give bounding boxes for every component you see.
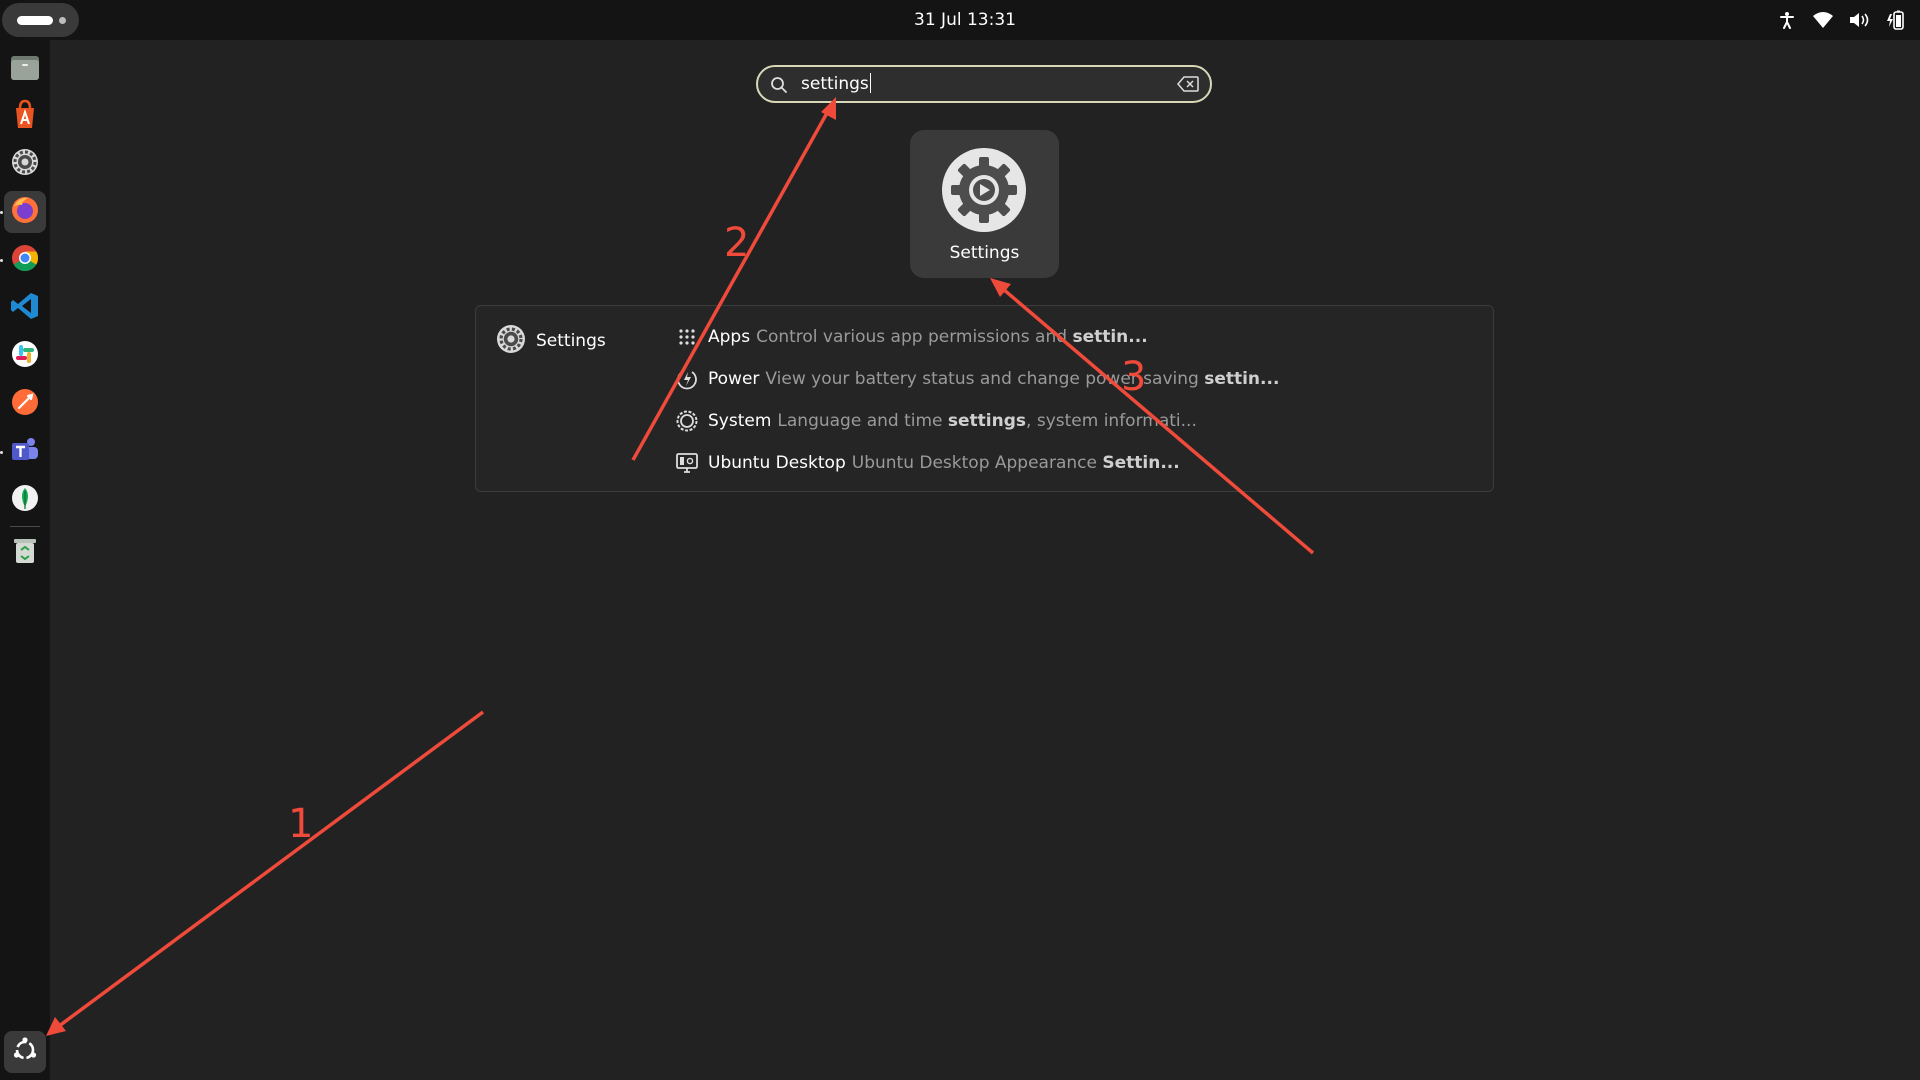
result-description: Control various app permissions and sett… <box>756 327 1148 347</box>
vscode-icon <box>10 291 40 325</box>
app-result-label: Settings <box>949 243 1020 263</box>
firefox-icon <box>10 195 40 229</box>
annotation-arrow-1 <box>49 710 485 1034</box>
settings-launcher[interactable] <box>4 143 46 185</box>
slack-launcher[interactable] <box>4 335 46 377</box>
chrome-icon <box>10 243 40 277</box>
gear-icon <box>496 324 526 358</box>
teams-launcher[interactable] <box>4 431 46 473</box>
result-description: Ubuntu Desktop Appearance Settin... <box>851 453 1180 473</box>
vscode-launcher[interactable] <box>4 287 46 329</box>
app-center-icon <box>10 98 40 134</box>
search-icon <box>770 76 788 98</box>
result-description: View your battery status and change powe… <box>765 369 1280 389</box>
mongodb-compass-icon <box>10 483 40 517</box>
mongodb-compass-launcher[interactable] <box>4 479 46 521</box>
apps-grid-icon <box>674 324 700 350</box>
files-launcher[interactable] <box>4 48 46 90</box>
firefox-launcher[interactable] <box>4 191 46 233</box>
postman-icon <box>10 387 40 421</box>
app-center-launcher[interactable] <box>4 95 46 137</box>
slack-icon <box>10 339 40 373</box>
clear-search-icon[interactable] <box>1177 76 1199 96</box>
search-results-panel: Settings Apps Control various app permis… <box>475 305 1494 492</box>
dock-separator <box>10 526 40 527</box>
running-indicator <box>0 259 3 262</box>
results-provider-settings[interactable]: Settings <box>496 324 606 358</box>
postman-launcher[interactable] <box>4 383 46 425</box>
result-title: Apps <box>708 327 751 347</box>
top-bar: 31 Jul 13:31 <box>0 0 1920 40</box>
chrome-launcher[interactable] <box>4 239 46 281</box>
clock[interactable]: 31 Jul 13:31 <box>0 0 1920 40</box>
system-tray[interactable] <box>1776 0 1906 40</box>
running-indicator <box>0 211 3 214</box>
search-input-value[interactable]: settings <box>801 67 871 101</box>
annotation-arrowhead-3 <box>990 278 1011 297</box>
trash-icon <box>11 535 39 569</box>
show-apps-button[interactable] <box>4 1031 46 1073</box>
running-indicator <box>0 451 3 454</box>
accessibility-icon[interactable] <box>1776 9 1798 31</box>
ubuntu-logo-icon <box>11 1036 39 1068</box>
result-item-power[interactable]: Power View your battery status and chang… <box>674 364 1279 394</box>
result-description: Language and time settings, system infor… <box>777 411 1197 431</box>
teams-icon <box>9 435 41 469</box>
trash-launcher[interactable] <box>4 531 46 573</box>
settings-icon <box>10 147 40 181</box>
dock <box>0 40 50 1080</box>
app-result-settings[interactable]: Settings <box>910 130 1059 278</box>
result-item-ubuntu-desktop[interactable]: Ubuntu Desktop Ubuntu Desktop Appearance… <box>674 448 1180 478</box>
battery-icon[interactable] <box>1884 9 1906 31</box>
gear-icon <box>941 147 1027 237</box>
volume-icon[interactable] <box>1848 9 1870 31</box>
desktop-icon <box>674 450 700 476</box>
result-item-apps[interactable]: Apps Control various app permissions and… <box>674 322 1148 352</box>
wifi-icon[interactable] <box>1812 9 1834 31</box>
files-icon <box>9 52 41 86</box>
annotation-number-1: 1 <box>288 801 313 847</box>
power-icon <box>674 366 700 392</box>
search-input[interactable]: settings <box>756 65 1212 103</box>
result-title: Ubuntu Desktop <box>708 453 846 473</box>
result-item-system[interactable]: System Language and time settings, syste… <box>674 406 1197 436</box>
system-gear-icon <box>674 408 700 434</box>
provider-label: Settings <box>536 331 606 351</box>
result-title: Power <box>708 369 760 389</box>
result-title: System <box>708 411 772 431</box>
annotation-number-2: 2 <box>724 220 749 266</box>
